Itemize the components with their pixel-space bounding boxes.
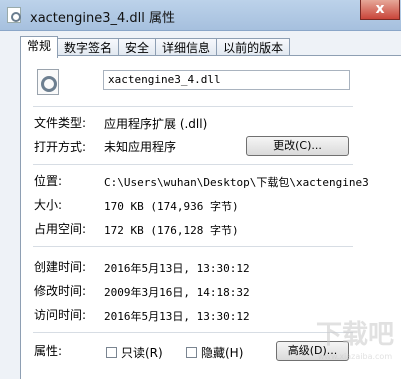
attributes-label: 属性: <box>34 344 63 358</box>
location-value: C:\Users\wuhan\Desktop\下载包\xactengine3 <box>104 176 369 189</box>
readonly-label: 只读(R) <box>121 346 163 360</box>
tab-general[interactable]: 常规 <box>20 36 59 58</box>
site-watermark: 下载吧 www.xiazaiba.com <box>312 318 398 374</box>
hidden-label: 隐藏(H) <box>201 346 244 360</box>
disk-size-value: 172 KB (176,128 字节) <box>104 224 239 237</box>
watermark-text: 下载吧 <box>315 320 394 350</box>
accessed-value: 2016年5月13日, 13:30:12 <box>104 310 250 323</box>
size-value: 170 KB (174,936 字节) <box>104 200 239 213</box>
hidden-option[interactable]: 隐藏(H) <box>186 344 243 361</box>
file-type-label: 文件类型: <box>34 116 87 130</box>
created-label: 创建时间: <box>34 260 87 274</box>
separator <box>33 106 353 107</box>
watermark-url: www.xiazaiba.com <box>317 352 393 361</box>
properties-window: xactengine3_4.dll 属性 x 常规 数字签名 安全 详细信息 以… <box>0 0 401 379</box>
file-type-value: 应用程序扩展 (.dll) <box>104 117 208 131</box>
file-icon <box>7 7 21 23</box>
modified-label: 修改时间: <box>34 284 87 298</box>
tab-strip: 常规 数字签名 安全 详细信息 以前的版本 <box>20 36 291 58</box>
readonly-checkbox[interactable] <box>106 347 117 358</box>
close-button[interactable]: x <box>360 0 400 20</box>
opens-with-value: 未知应用程序 <box>104 140 177 154</box>
hidden-checkbox[interactable] <box>186 347 197 358</box>
dll-file-icon <box>37 69 59 95</box>
window-title: xactengine3_4.dll 属性 <box>30 11 176 26</box>
file-name-input[interactable]: xactengine3_4.dll <box>103 70 350 90</box>
separator <box>33 164 353 165</box>
accessed-label: 访问时间: <box>34 308 87 322</box>
change-button[interactable]: 更改(C)... <box>246 136 349 156</box>
readonly-option[interactable]: 只读(R) <box>106 344 163 361</box>
separator <box>33 246 353 247</box>
created-value: 2016年5月13日, 13:30:12 <box>104 262 250 275</box>
opens-with-label: 打开方式: <box>34 140 87 154</box>
location-label: 位置: <box>34 174 63 188</box>
disk-size-label: 占用空间: <box>34 222 87 236</box>
modified-value: 2009年3月16日, 14:18:32 <box>104 286 250 299</box>
separator <box>33 332 353 333</box>
size-label: 大小: <box>34 198 63 212</box>
title-bar[interactable]: xactengine3_4.dll 属性 x <box>0 0 401 31</box>
